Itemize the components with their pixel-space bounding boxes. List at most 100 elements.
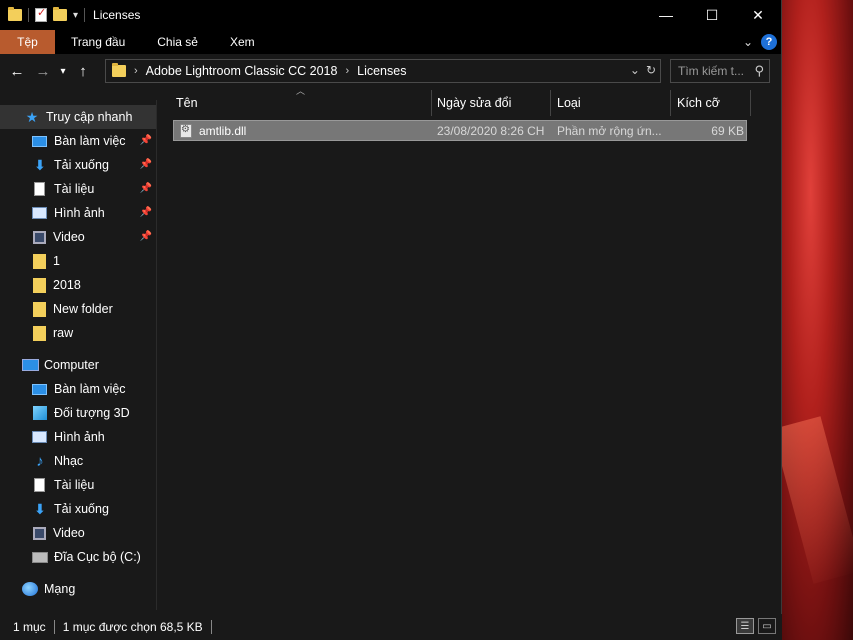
sidebar-item-videos[interactable]: Video 📌 [0, 225, 157, 249]
sidebar-item-label: Tài liệu [54, 478, 95, 492]
file-size: 69 KB [711, 123, 744, 138]
navigation-bar: ← → ▾ ↑ › Adobe Lightroom Classic CC 201… [0, 54, 781, 88]
folder-icon [33, 301, 46, 317]
tab-home[interactable]: Trang đầu [55, 30, 141, 54]
ribbon-tabs: Tệp Trang đầu Chia sẻ Xem ⌄ ? [0, 30, 781, 54]
sidebar-item-folder-1[interactable]: 1 [0, 249, 157, 273]
videos-icon [33, 230, 46, 244]
sidebar-item-label: 1 [53, 254, 60, 268]
folder-icon[interactable] [8, 7, 22, 21]
close-button[interactable]: ✕ [735, 0, 781, 30]
column-header-label: Loại [557, 96, 581, 110]
large-icons-view-icon[interactable]: ▭ [758, 618, 776, 634]
tab-file[interactable]: Tệp [0, 30, 55, 54]
sidebar-item-raw[interactable]: raw [0, 321, 157, 345]
details-view-icon[interactable]: ☰ [736, 618, 754, 634]
maximize-button[interactable]: ☐ [689, 0, 735, 30]
sidebar-item-3d-objects[interactable]: Đối tượng 3D [0, 401, 157, 425]
sidebar-item-computer-documents[interactable]: Tài liệu [0, 473, 157, 497]
sidebar-item-desktop[interactable]: Bàn làm việc 📌 [0, 129, 157, 153]
sidebar-item-folder-2018[interactable]: 2018 [0, 273, 157, 297]
column-header-label: Ngày sửa đổi [437, 96, 512, 110]
column-header-modified[interactable]: Ngày sửa đổi [431, 90, 551, 116]
star-icon: ★ [25, 108, 39, 125]
sidebar-item-label: Đối tượng 3D [54, 406, 130, 420]
sidebar-item-computer-desktop[interactable]: Bàn làm việc [0, 377, 157, 401]
help-icon[interactable]: ? [761, 34, 777, 50]
pin-icon: 📌 [139, 231, 152, 242]
documents-icon [34, 478, 45, 492]
sidebar-item-downloads[interactable]: ⬇ Tải xuống 📌 [0, 153, 157, 177]
sidebar-item-quick-access[interactable]: ★ Truy cập nhanh [0, 105, 157, 129]
toolbar-divider [84, 8, 86, 22]
sidebar-item-label: Bàn làm việc [54, 134, 126, 148]
search-input[interactable]: Tìm kiếm t... ⚲ [670, 59, 770, 83]
navigation-pane: ★ Truy cập nhanh Bàn làm việc 📌 ⬇ Tải xu… [0, 100, 157, 610]
recent-locations-chevron-icon[interactable]: ▾ [56, 58, 70, 84]
new-folder-icon[interactable] [53, 7, 67, 21]
file-list: ︿ Tên Ngày sửa đổi Loại Kích cỡ amtlib.d… [157, 86, 781, 610]
window-title: Licenses [93, 8, 141, 22]
breadcrumb-separator-icon[interactable]: › [345, 65, 349, 77]
sidebar-item-label: Hình ảnh [54, 430, 105, 444]
forward-arrow-icon[interactable]: → [30, 58, 56, 84]
quick-access-toolbar: ▾ [0, 6, 86, 22]
pictures-icon [32, 207, 47, 219]
minimize-button[interactable]: — [643, 0, 689, 30]
file-name-cell: amtlib.dll [180, 121, 246, 140]
address-bar[interactable]: › Adobe Lightroom Classic CC 2018 › Lice… [105, 59, 661, 83]
search-icon[interactable]: ⚲ [754, 63, 764, 79]
sidebar-item-computer[interactable]: Computer [0, 353, 157, 377]
pin-icon: 📌 [139, 135, 152, 146]
column-header-label: Kích cỡ [677, 96, 720, 110]
sidebar-item-label: Hình ảnh [54, 206, 105, 220]
tab-share[interactable]: Chia sẻ [141, 30, 214, 54]
pin-icon: 📌 [139, 207, 152, 218]
sidebar-item-local-disk[interactable]: Đĩa Cục bộ (C:) [0, 545, 157, 569]
downloads-icon: ⬇ [34, 500, 46, 517]
up-arrow-icon[interactable]: ↑ [70, 58, 96, 84]
address-dropdown-icon[interactable]: ⌄ [630, 63, 640, 77]
sidebar-item-new-folder[interactable]: New folder [0, 297, 157, 321]
back-arrow-icon[interactable]: ← [4, 58, 30, 84]
breadcrumb-separator-icon[interactable]: › [134, 65, 138, 77]
toolbar-divider [28, 8, 29, 22]
file-type: Phần mở rộng ứn... [557, 123, 662, 138]
sidebar-item-computer-downloads[interactable]: ⬇ Tải xuống [0, 497, 157, 521]
sidebar-item-label: Tải xuống [54, 502, 109, 516]
sidebar-item-computer-pictures[interactable]: Hình ảnh [0, 425, 157, 449]
refresh-icon[interactable]: ↻ [646, 63, 656, 77]
folder-icon [112, 63, 126, 77]
file-explorer-window: ▾ Licenses — ☐ ✕ Tệp Trang đầu Chia sẻ X… [0, 0, 782, 640]
sidebar-item-label: New folder [53, 302, 113, 316]
dll-file-icon [180, 123, 192, 138]
expand-ribbon-icon[interactable]: ⌄ [743, 35, 753, 49]
column-header-name[interactable]: Tên [170, 90, 432, 116]
folder-icon [33, 325, 46, 341]
sidebar-item-music[interactable]: ♪ Nhạc [0, 449, 157, 473]
sidebar-item-label: 2018 [53, 278, 81, 292]
status-bar: 1 mục 1 mục được chọn 68,5 KB ☰ ▭ [0, 614, 782, 640]
file-row-selected[interactable]: amtlib.dll 23/08/2020 8:26 CH Phần mở rộ… [173, 120, 747, 141]
customize-toolbar-dropdown-icon[interactable]: ▾ [73, 10, 78, 21]
folder-icon [33, 253, 46, 269]
sidebar-item-network[interactable]: Mạng [0, 577, 157, 601]
file-modified: 23/08/2020 8:26 CH [437, 123, 545, 138]
sidebar-item-documents[interactable]: Tài liệu 📌 [0, 177, 157, 201]
title-bar: ▾ Licenses — ☐ ✕ [0, 0, 781, 30]
sidebar-item-computer-videos[interactable]: Video [0, 521, 157, 545]
drive-icon [32, 551, 48, 563]
sidebar-item-label: Video [53, 230, 85, 244]
breadcrumb-lightroom[interactable]: Adobe Lightroom Classic CC 2018 [146, 64, 338, 78]
sidebar-item-pictures[interactable]: Hình ảnh 📌 [0, 201, 157, 225]
window-controls: — ☐ ✕ [643, 0, 781, 30]
desktop-icon [32, 135, 47, 147]
column-header-size[interactable]: Kích cỡ [671, 90, 751, 116]
sidebar-item-label: Computer [44, 358, 99, 372]
tab-view[interactable]: Xem [214, 30, 271, 54]
sidebar-item-label: Tài liệu [54, 182, 95, 196]
properties-icon[interactable] [35, 6, 47, 22]
breadcrumb-licenses[interactable]: Licenses [357, 64, 406, 78]
view-switcher: ☰ ▭ [736, 618, 776, 634]
column-header-type[interactable]: Loại [551, 90, 671, 116]
